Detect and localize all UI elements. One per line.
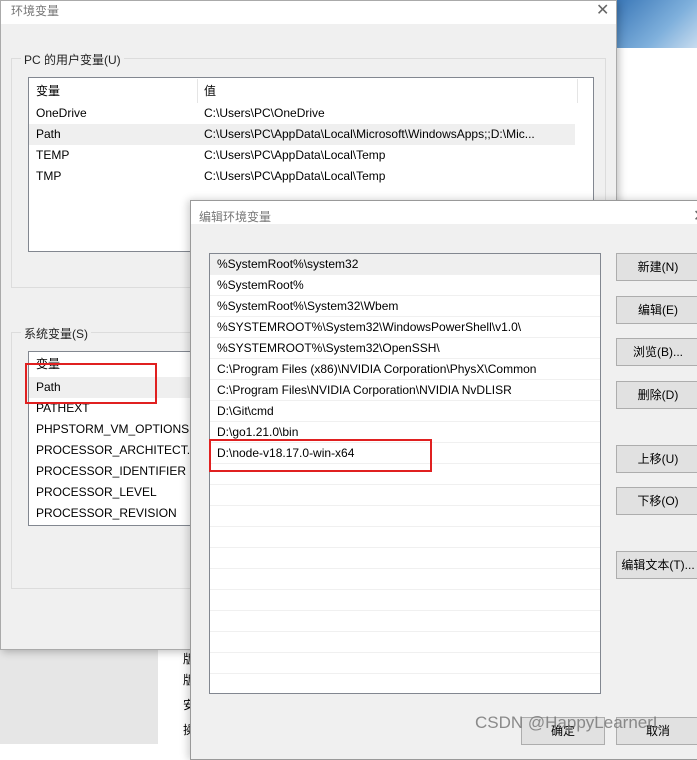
edit-text-button[interactable]: 编辑文本(T)... <box>616 551 697 579</box>
var-name: PROCESSOR_ARCHITECT... <box>36 443 197 457</box>
var-value: C:\Users\PC\AppData\Local\Temp <box>204 169 386 183</box>
empty-row[interactable] <box>210 590 600 611</box>
var-value: C:\Users\PC\OneDrive <box>204 106 325 120</box>
edit-environment-variable-dialog: 编辑环境变量 ✕ %SystemRoot%\system32%SystemRoo… <box>190 200 697 760</box>
path-entry[interactable]: %SYSTEMROOT%\System32\WindowsPowerShell\… <box>210 317 600 338</box>
path-entry[interactable]: %SystemRoot%\system32 <box>210 254 600 275</box>
edit-button[interactable]: 编辑(E) <box>616 296 697 324</box>
column-header-variable[interactable]: 变量 <box>29 79 198 103</box>
system-variables-label: 系统变量(S) <box>21 325 91 342</box>
path-entry[interactable]: C:\Program Files (x86)\NVIDIA Corporatio… <box>210 359 600 380</box>
var-value: C:\Users\PC\AppData\Local\Temp <box>204 148 386 162</box>
var-value: C:\Users\PC\AppData\Local\Microsoft\Wind… <box>204 127 535 141</box>
dialog-title-bar: 环境变量 ✕ <box>1 1 616 24</box>
path-entries-list[interactable]: %SystemRoot%\system32 %SystemRoot% %System… <box>209 253 601 694</box>
var-name: PHPSTORM_VM_OPTIONS <box>36 422 190 436</box>
path-entry[interactable]: C:\Program Files\NVIDIA Corporation\NVID… <box>210 380 600 401</box>
empty-row[interactable] <box>210 485 600 506</box>
empty-row[interactable] <box>210 548 600 569</box>
empty-row[interactable] <box>210 527 600 548</box>
empty-row[interactable] <box>210 569 600 590</box>
empty-row[interactable] <box>210 674 600 693</box>
empty-row[interactable] <box>210 653 600 674</box>
table-row[interactable]: TMP C:\Users\PC\AppData\Local\Temp <box>29 166 593 187</box>
var-name: Path <box>36 127 61 141</box>
background-window <box>0 650 158 744</box>
var-name: PROCESSOR_REVISION <box>36 506 177 520</box>
var-name: TEMP <box>36 148 70 162</box>
dialog-title: 环境变量 <box>11 4 60 18</box>
empty-row[interactable] <box>210 506 600 527</box>
var-name: PROCESSOR_IDENTIFIER <box>36 464 187 478</box>
move-up-button[interactable]: 上移(U) <box>616 445 697 473</box>
path-entry[interactable]: %SystemRoot% <box>210 275 600 296</box>
empty-row[interactable] <box>210 632 600 653</box>
dialog-title: 编辑环境变量 <box>199 210 272 224</box>
list-header: 变量 值 <box>29 79 593 103</box>
path-entry[interactable]: %SYSTEMROOT%\System32\OpenSSH\ <box>210 338 600 359</box>
table-row[interactable]: OneDrive C:\Users\PC\OneDrive <box>29 103 593 124</box>
highlight-box-node <box>209 439 432 472</box>
desktop-wallpaper <box>617 0 697 48</box>
empty-row[interactable] <box>210 611 600 632</box>
user-variables-label: PC 的用户变量(U) <box>21 51 124 68</box>
var-name: PROCESSOR_LEVEL <box>36 485 157 499</box>
move-down-button[interactable]: 下移(O) <box>616 487 697 515</box>
new-button[interactable]: 新建(N) <box>616 253 697 281</box>
path-entry[interactable]: D:\Git\cmd <box>210 401 600 422</box>
table-row[interactable]: Path C:\Users\PC\AppData\Local\Microsoft\… <box>29 124 575 145</box>
var-name: OneDrive <box>36 106 87 120</box>
dialog-title-bar: 编辑环境变量 ✕ <box>191 201 697 226</box>
close-icon[interactable]: ✕ <box>596 0 609 20</box>
browse-button[interactable]: 浏览(B)... <box>616 338 697 366</box>
close-icon[interactable]: ✕ <box>693 206 697 226</box>
var-name: TMP <box>36 169 62 183</box>
table-row[interactable]: TEMP C:\Users\PC\AppData\Local\Temp <box>29 145 593 166</box>
highlight-box-path <box>25 363 157 404</box>
delete-button[interactable]: 删除(D) <box>616 381 697 409</box>
column-header-value[interactable]: 值 <box>198 79 578 103</box>
watermark: CSDN @HappyLearnerL <box>475 713 663 732</box>
path-entry[interactable]: %SystemRoot%\System32\Wbem <box>210 296 600 317</box>
